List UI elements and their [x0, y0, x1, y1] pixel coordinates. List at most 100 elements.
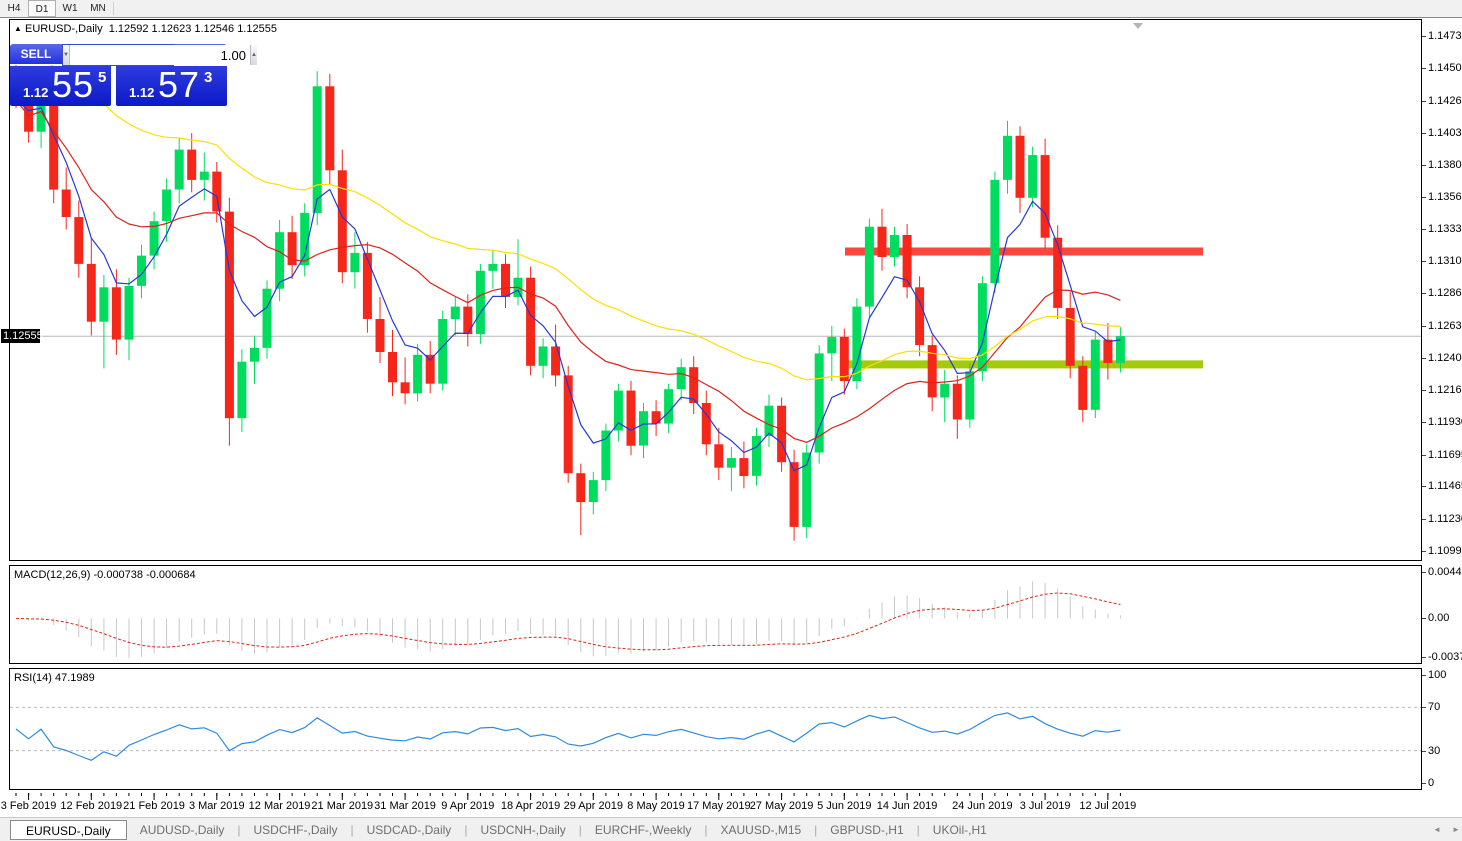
price-axis-label-tick	[1422, 36, 1426, 37]
price-axis-label: 1.13330	[1428, 222, 1462, 236]
sell-price-big: 55	[52, 64, 94, 106]
candles	[12, 56, 1125, 541]
price-axis-label: 1.13800	[1428, 158, 1462, 172]
volume-input[interactable]	[70, 45, 250, 65]
sell-price-sup: 5	[98, 69, 106, 86]
chart-tab-xauusdm15[interactable]: XAUUSD-,M15	[707, 820, 814, 840]
price-axis-label-tick	[1422, 519, 1426, 520]
date-label: 21 Feb 2019	[123, 800, 185, 812]
date-label: 12 Feb 2019	[60, 800, 122, 812]
price-axis-label: 1.12400	[1428, 351, 1462, 365]
price-axis[interactable]: 1.14735 1.14500 1.14265 1.14030 1.13800 1.135…	[1422, 19, 1462, 791]
chart-tab-ukoilh1[interactable]: UKOil-,H1	[920, 820, 1000, 840]
price-axis-label-tick	[1422, 293, 1426, 294]
chart-tab-eurusddaily[interactable]: EURUSD-,Daily	[10, 820, 127, 840]
macd-chart	[10, 566, 1421, 663]
date-label: 5 Jun 2019	[817, 800, 871, 812]
macd-axis-label-tick	[1422, 572, 1426, 573]
price-axis-label-tick	[1422, 165, 1426, 166]
one-click-trading-panel: SELL BUY ▼ ▲ 1.12 55 5 1.12 57 3	[10, 44, 227, 106]
chart-tab-eurchfweekly[interactable]: EURCHF-,Weekly	[582, 820, 704, 840]
date-label: 3 Mar 2019	[189, 800, 245, 812]
price-axis-label-tick	[1422, 486, 1426, 487]
chart-tab-usdcaddaily[interactable]: USDCAD-,Daily	[354, 820, 465, 840]
price-axis-label-tick	[1422, 68, 1426, 69]
date-label: 31 Mar 2019	[374, 800, 436, 812]
toolbar-separator	[113, 2, 114, 15]
chart-tab-usdchfdaily[interactable]: USDCHF-,Daily	[241, 820, 351, 840]
tab-scroll-left-icon[interactable]: ◄	[1430, 823, 1444, 837]
price-axis-label-tick	[1422, 551, 1426, 552]
price-axis-label: 1.12165	[1428, 383, 1462, 397]
price-axis-label: 1.14500	[1428, 61, 1462, 75]
date-label: 14 Jun 2019	[877, 800, 938, 812]
rsi-axis-label-tick	[1422, 675, 1426, 676]
time-axis[interactable]: 3 Feb 201912 Feb 201921 Feb 20193 Mar 20…	[0, 790, 1462, 817]
date-label: 29 Apr 2019	[564, 800, 623, 812]
date-label: 18 Apr 2019	[501, 800, 560, 812]
macd-axis-label: 0.004465	[1428, 565, 1462, 579]
price-axis-label: 1.14030	[1428, 126, 1462, 140]
macd-label: MACD(12,26,9) -0.000738 -0.000684	[14, 569, 196, 581]
price-axis-label-tick	[1422, 197, 1426, 198]
price-axis-label: 1.11930	[1428, 415, 1462, 429]
date-label: 24 Jun 2019	[952, 800, 1013, 812]
timeframe-button-h4[interactable]: H4	[0, 0, 28, 17]
sell-button[interactable]: SELL	[10, 44, 62, 64]
price-axis-label: 1.11230	[1428, 512, 1462, 526]
symbol-title: EURUSD-,Daily	[25, 23, 103, 35]
price-axis-label: 1.12630	[1428, 319, 1462, 333]
chart-shift-marker-icon	[1133, 23, 1143, 29]
price-axis-label-tick	[1422, 229, 1426, 230]
rsi-chart	[10, 669, 1421, 789]
timeframe-button-d1[interactable]: D1	[28, 0, 56, 17]
chart-tab-gbpusdh1[interactable]: GBPUSD-,H1	[817, 820, 916, 840]
timeframe-toolbar: H4D1W1MN	[0, 0, 1462, 18]
macd-histogram	[16, 581, 1120, 658]
chart-header: ▲ EURUSD-,Daily 1.12592 1.12623 1.12546 …	[14, 23, 277, 35]
price-axis-label-tick	[1422, 390, 1426, 391]
rsi-indicator-pane[interactable]: RSI(14) 47.1989	[9, 668, 1422, 790]
rsi-axis-label-tick	[1422, 707, 1426, 708]
macd-axis-label: -0.003715	[1428, 650, 1462, 664]
rsi-value: 47.1989	[55, 672, 95, 684]
price-axis-label-tick	[1422, 261, 1426, 262]
current-price-tag: 1.12555	[1, 329, 40, 343]
price-axis-label: 1.14735	[1428, 29, 1462, 43]
volume-decrease-icon[interactable]: ▼	[63, 45, 70, 65]
volume-increase-icon[interactable]: ▲	[250, 45, 257, 65]
date-label: 9 Apr 2019	[441, 800, 494, 812]
price-axis-label-tick	[1422, 101, 1426, 102]
sell-price-box[interactable]: 1.12 55 5	[10, 66, 111, 106]
price-axis-label: 1.13565	[1428, 190, 1462, 204]
tab-scroll-right-icon[interactable]: ►	[1449, 823, 1462, 837]
price-axis-label: 1.11695	[1428, 448, 1462, 462]
rsi-axis-label: 30	[1428, 744, 1440, 758]
rsi-axis-label-tick	[1422, 783, 1426, 784]
date-label: 17 May 2019	[687, 800, 751, 812]
macd-indicator-pane[interactable]: MACD(12,26,9) -0.000738 -0.000684	[9, 565, 1422, 664]
price-axis-label: 1.14265	[1428, 94, 1462, 108]
timeframe-button-mn[interactable]: MN	[84, 0, 112, 17]
price-axis-label: 1.10995	[1428, 544, 1462, 558]
buy-price-prefix: 1.12	[129, 85, 154, 100]
date-label: 27 May 2019	[750, 800, 814, 812]
price-axis-label-tick	[1422, 455, 1426, 456]
buy-price-sup: 3	[204, 69, 212, 86]
rsi-label: RSI(14) 47.1989	[14, 672, 95, 684]
chart-tab-audusddaily[interactable]: AUDUSD-,Daily	[127, 820, 238, 840]
collapse-panel-icon[interactable]: ▲	[14, 24, 22, 33]
macd-axis-label-tick	[1422, 618, 1426, 619]
price-axis-label-tick	[1422, 133, 1426, 134]
price-axis-label-tick	[1422, 358, 1426, 359]
chart-tab-usdcnhdaily[interactable]: USDCNH-,Daily	[467, 820, 578, 840]
timeframe-button-w1[interactable]: W1	[56, 0, 84, 17]
macd-axis-label-tick	[1422, 657, 1426, 658]
chart-tab-bar: EURUSD-,DailyAUDUSD-,Daily|USDCHF-,Daily…	[0, 817, 1462, 841]
buy-price-box[interactable]: 1.12 57 3	[116, 66, 227, 106]
price-axis-label: 1.11465	[1428, 479, 1462, 493]
timeframe-buttons: H4D1W1MN	[0, 0, 112, 17]
ohlc-values: 1.12592 1.12623 1.12546 1.12555	[109, 23, 277, 35]
macd-axis-label: 0.00	[1428, 611, 1449, 625]
rsi-axis-label: 70	[1428, 700, 1440, 714]
